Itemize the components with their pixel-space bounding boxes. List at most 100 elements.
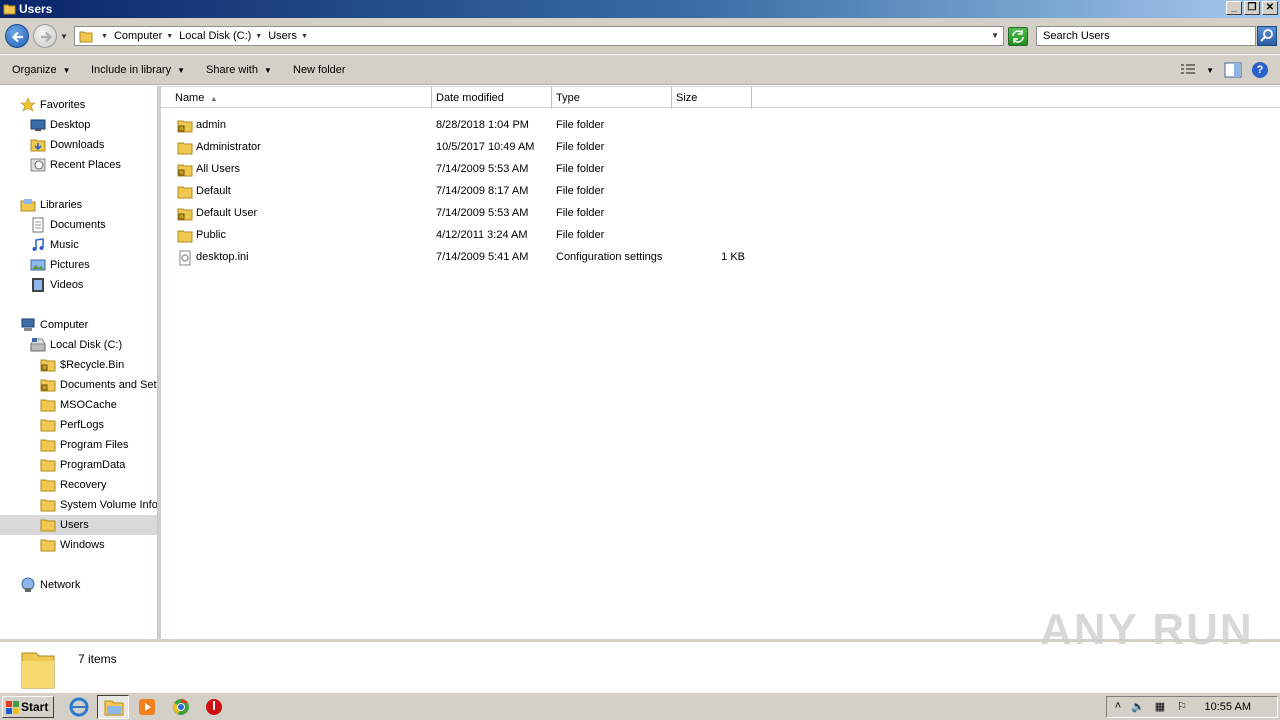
- chevron-down-icon: ▼: [62, 66, 71, 75]
- nav-program-files[interactable]: Program Files: [40, 435, 128, 455]
- nav-local-disk[interactable]: Local Disk (C:): [30, 335, 122, 355]
- column-header-type[interactable]: Type: [552, 87, 672, 108]
- chevron-down-icon: ▼: [263, 66, 272, 75]
- chevron-down-icon[interactable]: ▼: [255, 33, 262, 40]
- window-title: Users: [19, 2, 53, 16]
- file-type: File folder: [556, 229, 605, 241]
- folder-icon: [177, 230, 193, 243]
- computer-icon: [21, 318, 35, 331]
- nav-perflogs[interactable]: PerfLogs: [40, 415, 104, 435]
- nav-documents-and-settings[interactable]: Documents and Sett: [40, 375, 157, 395]
- back-button[interactable]: [5, 24, 29, 48]
- nav-favorites[interactable]: Favorites: [20, 95, 85, 115]
- column-header-name[interactable]: Name ▲: [161, 87, 432, 108]
- chevron-down-icon[interactable]: ▼: [166, 33, 173, 40]
- file-row[interactable]: desktop.ini 7/14/2009 5:41 AM Configuratio…: [161, 247, 1280, 269]
- file-name: admin: [196, 119, 226, 131]
- windows-logo-icon: [6, 701, 19, 714]
- forward-button[interactable]: [33, 24, 57, 48]
- nav-pictures[interactable]: Pictures: [30, 255, 90, 275]
- nav-downloads[interactable]: Downloads: [30, 135, 104, 155]
- breadcrumb-computer[interactable]: Computer: [114, 30, 162, 42]
- file-row[interactable]: All Users 7/14/2009 5:53 AM File folder: [161, 159, 1280, 181]
- file-row[interactable]: admin 8/28/2018 1:04 PM File folder: [161, 115, 1280, 137]
- taskbar-explorer-button[interactable]: [97, 695, 129, 719]
- arrow-left-icon: [11, 31, 23, 43]
- nav-desktop[interactable]: Desktop: [30, 115, 90, 135]
- breadcrumb-users[interactable]: Users: [268, 30, 297, 42]
- view-options-icon[interactable]: [1180, 63, 1196, 77]
- file-row[interactable]: Administrator 10/5/2017 10:49 AM File fold…: [161, 137, 1280, 159]
- column-header-date-modified[interactable]: Date modified: [432, 87, 552, 108]
- share-with-menu[interactable]: Share with ▼: [206, 64, 272, 76]
- address-bar[interactable]: ▼ Computer ▼ Local Disk (C:) ▼ Users ▼ ▼: [74, 26, 1004, 46]
- nav-videos[interactable]: Videos: [30, 275, 83, 295]
- folder-icon: [177, 142, 193, 155]
- nav-documents[interactable]: Documents: [30, 215, 106, 235]
- locked-folder-icon: [40, 359, 56, 372]
- file-name: All Users: [196, 163, 241, 175]
- chevron-down-icon[interactable]: ▼: [301, 33, 308, 40]
- new-folder-button[interactable]: New folder: [293, 64, 346, 76]
- file-row[interactable]: Default User 7/14/2009 5:53 AM File folder: [161, 203, 1280, 225]
- volume-icon[interactable]: 🔈: [1131, 700, 1145, 714]
- nav-users[interactable]: Users: [0, 515, 157, 535]
- nav-programdata[interactable]: ProgramData: [40, 455, 125, 475]
- help-icon[interactable]: ?: [1252, 62, 1268, 78]
- start-button[interactable]: Start: [2, 696, 54, 718]
- network-tray-icon[interactable]: ▦: [1153, 700, 1167, 714]
- sort-up-icon: ▲: [210, 96, 218, 103]
- show-hidden-icons-icon[interactable]: ˄: [1111, 700, 1125, 714]
- nav-libraries[interactable]: Libraries: [20, 195, 82, 215]
- stop-icon[interactable]: [204, 697, 224, 717]
- chrome-icon[interactable]: [171, 697, 191, 717]
- minimize-button[interactable]: _: [1226, 1, 1242, 15]
- nav-recent-places[interactable]: Recent Places: [30, 155, 121, 175]
- include-in-library-menu[interactable]: Include in library ▼: [91, 64, 185, 76]
- watermark: ANY RUN: [1040, 605, 1254, 654]
- item-count: 7 items: [78, 652, 117, 666]
- libraries-icon: [20, 199, 36, 212]
- column-header-size[interactable]: Size: [672, 87, 752, 108]
- folder-icon: [40, 459, 56, 472]
- navigation-pane: Favorites Desktop Downloads Recent Place…: [0, 86, 158, 639]
- document-icon: [32, 217, 44, 233]
- nav-windows[interactable]: Windows: [40, 535, 105, 555]
- organize-menu[interactable]: Organize ▼: [12, 64, 71, 76]
- nav-music[interactable]: Music: [30, 235, 79, 255]
- videos-icon: [32, 278, 44, 292]
- file-name: Default: [196, 185, 231, 197]
- internet-explorer-icon[interactable]: [69, 697, 89, 717]
- recent-places-icon: [30, 158, 46, 172]
- clock[interactable]: 10:55 AM: [1205, 701, 1251, 713]
- recent-pages-dropdown[interactable]: ▼: [60, 32, 68, 41]
- file-row[interactable]: Public 4/12/2011 3:24 AM File folder: [161, 225, 1280, 247]
- folder-icon: [40, 539, 56, 552]
- close-button[interactable]: ✕: [1262, 1, 1278, 15]
- folder-icon: [40, 439, 56, 452]
- nav-system-volume-information[interactable]: System Volume Infor: [40, 495, 157, 515]
- chevron-down-icon[interactable]: ▼: [1206, 66, 1214, 75]
- search-input[interactable]: Search Users: [1036, 26, 1256, 46]
- file-date-modified: 4/12/2011 3:24 AM: [436, 229, 528, 241]
- file-row[interactable]: Default 7/14/2009 8:17 AM File folder: [161, 181, 1280, 203]
- nav-recycle-bin[interactable]: $Recycle.Bin: [40, 355, 124, 375]
- nav-msocache[interactable]: MSOCache: [40, 395, 117, 415]
- breadcrumb-local-disk[interactable]: Local Disk (C:): [179, 30, 251, 42]
- preview-pane-icon[interactable]: [1224, 62, 1242, 78]
- media-player-icon[interactable]: [137, 697, 157, 717]
- address-history-dropdown[interactable]: ▼: [991, 31, 999, 40]
- folder-icon: [40, 419, 56, 432]
- desktop-icon: [30, 119, 46, 131]
- arrow-right-icon: [41, 31, 53, 43]
- nav-network[interactable]: Network: [20, 575, 80, 595]
- nav-recovery[interactable]: Recovery: [40, 475, 106, 495]
- title-bar: Users _ ❐ ✕: [0, 0, 1280, 18]
- search-button[interactable]: [1257, 26, 1277, 46]
- action-center-flag-icon[interactable]: ⚐: [1175, 700, 1189, 714]
- nav-computer[interactable]: Computer: [20, 315, 88, 335]
- maximize-button[interactable]: ❐: [1244, 1, 1260, 15]
- refresh-button[interactable]: [1008, 27, 1028, 46]
- chevron-down-icon[interactable]: ▼: [101, 33, 108, 40]
- file-list: Name ▲ Date modified Type Size admin 8/28/…: [161, 86, 1280, 639]
